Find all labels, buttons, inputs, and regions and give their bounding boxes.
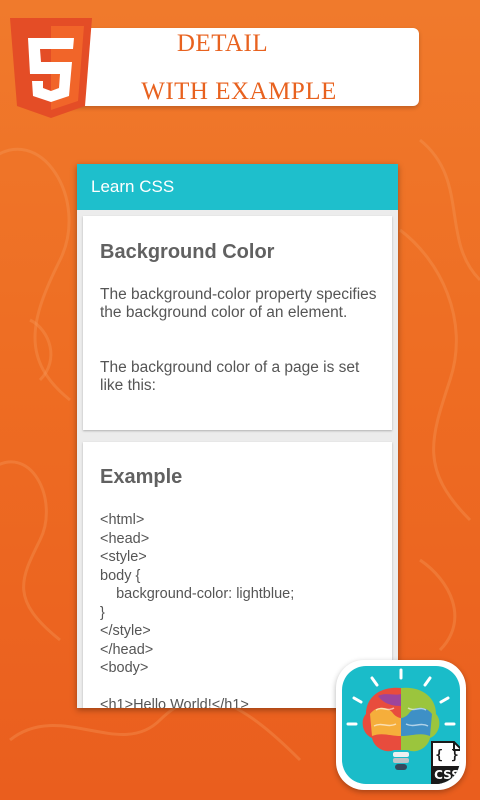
banner-title-line2: WITH EXAMPLE: [141, 78, 337, 105]
banner-title-line1: DETAIL: [176, 30, 269, 57]
code-line: background-color: lightblue;: [100, 586, 295, 602]
example-code-block: <html> <head> <style> body { background-…: [100, 511, 294, 708]
background-color-card: Background Color The background-color pr…: [83, 216, 392, 430]
card-paragraph-1: The background-color property specifies …: [100, 286, 377, 322]
brain-lightbulb-icon: { } CSS: [342, 666, 460, 784]
app-bar: Learn CSS: [77, 164, 398, 210]
code-line: <html>: [100, 512, 145, 528]
app-bar-title: Learn CSS: [91, 177, 175, 196]
app-screen: Learn CSS Background Color The backgroun…: [77, 164, 398, 708]
card-title-background-color: Background Color: [100, 241, 275, 263]
code-line: <head>: [100, 530, 150, 547]
code-line: </head>: [100, 641, 154, 658]
code-line: body {: [100, 567, 141, 584]
code-line: <h1>Hello World!</h1>: [100, 697, 249, 708]
css-file-braces: { }: [435, 748, 459, 763]
app-badge: { } CSS: [336, 660, 466, 790]
css-file-label: CSS: [434, 768, 460, 782]
code-line: <style>: [100, 549, 147, 565]
code-line: </style>: [100, 623, 151, 639]
card-title-example: Example: [100, 466, 183, 488]
css-file-icon: { } CSS: [430, 740, 460, 784]
card-paragraph-2: The background color of a page is set li…: [100, 359, 360, 395]
code-line: }: [100, 604, 105, 621]
code-line: <body>: [100, 660, 149, 676]
title-banner: DETAIL WITH EXAMPLE: [62, 28, 419, 106]
html5-logo-icon: [10, 18, 92, 118]
